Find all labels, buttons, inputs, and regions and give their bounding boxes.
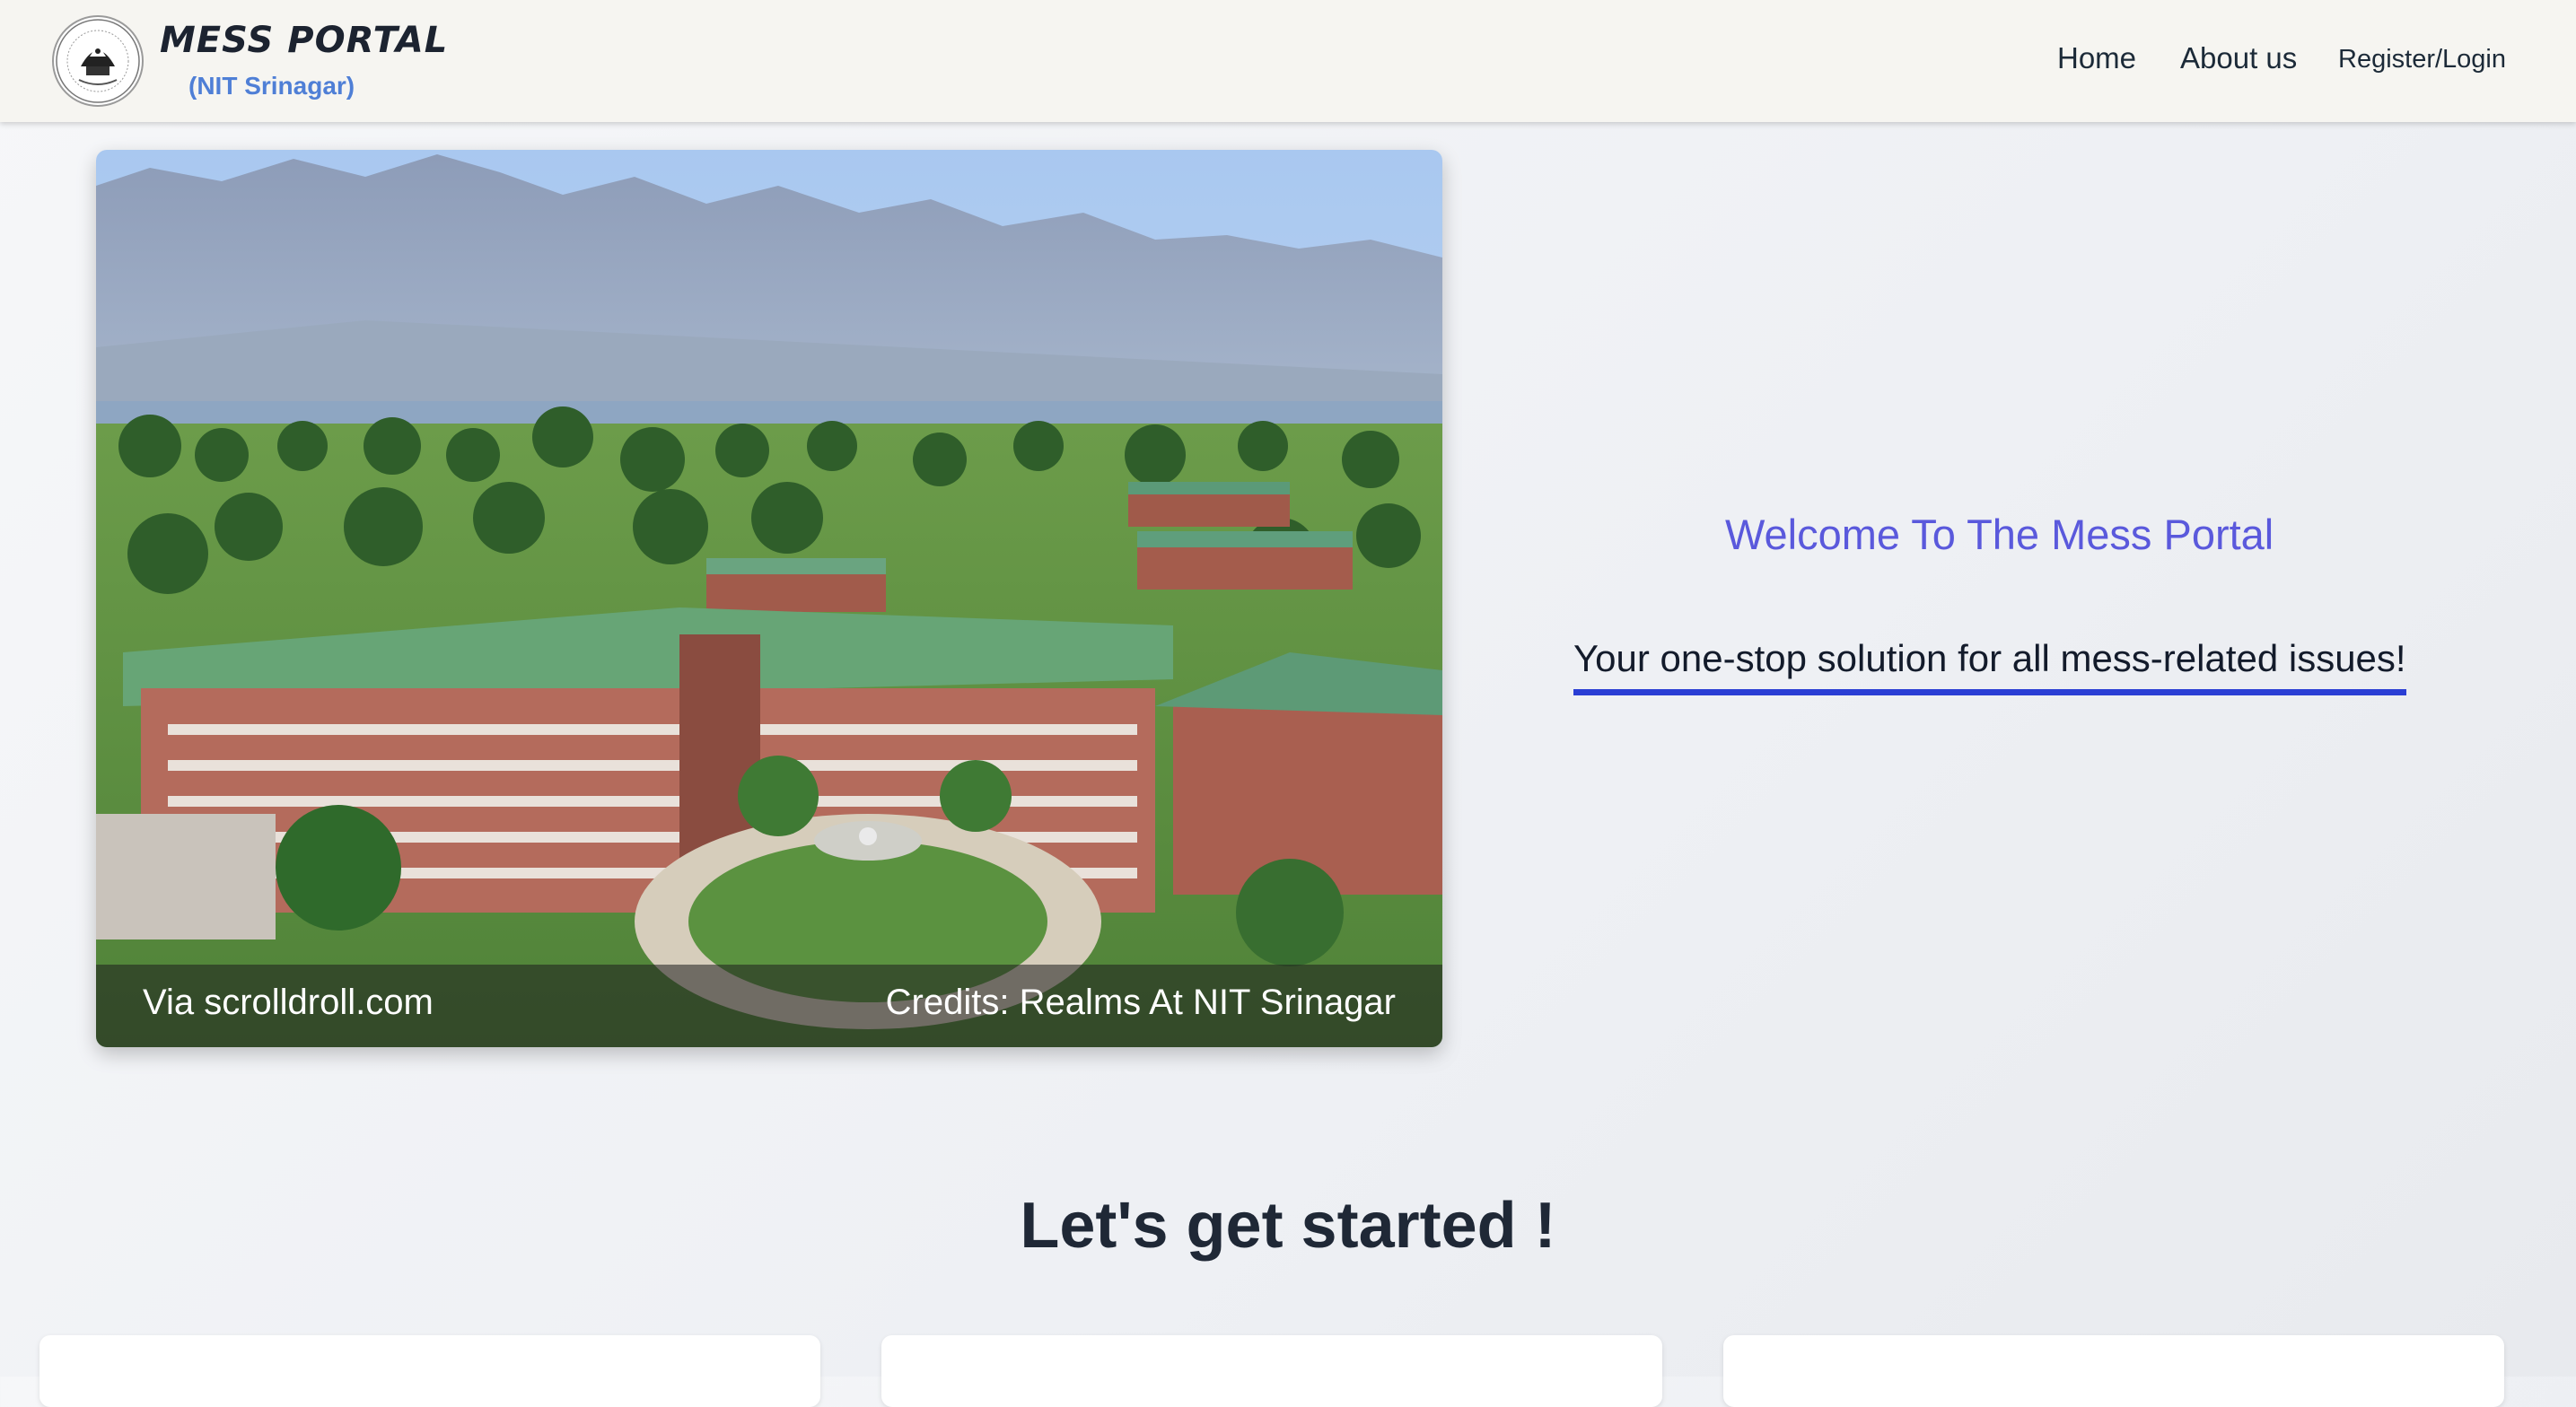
feature-card[interactable] <box>1723 1335 2504 1407</box>
brand[interactable]: MESS PORTAL (NIT Srinagar) <box>52 15 447 107</box>
institute-emblem-icon <box>52 15 144 107</box>
feature-card[interactable] <box>39 1335 820 1407</box>
get-started-heading: Let's get started ! <box>1020 1190 1556 1262</box>
brand-title: MESS PORTAL <box>160 20 449 61</box>
campus-photo <box>96 150 1442 1047</box>
top-navbar: MESS PORTAL (NIT Srinagar) Home About us… <box>0 0 2576 122</box>
photo-credits-caption: Credits: Realms At NIT Srinagar <box>885 983 1396 1022</box>
feature-card[interactable] <box>881 1335 1662 1407</box>
welcome-title: Welcome To The Mess Portal <box>1725 511 2274 558</box>
welcome-tagline: Your one-stop solution for all mess-rela… <box>1573 637 2406 695</box>
campus-photo-card: Via scrolldroll.com Credits: Realms At N… <box>96 150 1442 1047</box>
nav-about-link[interactable]: About us <box>2180 41 2297 75</box>
nav-register-login-link[interactable]: Register/Login <box>2338 45 2506 74</box>
photo-source-caption: Via scrolldroll.com <box>143 983 434 1022</box>
photo-caption-bar: Via scrolldroll.com Credits: Realms At N… <box>96 965 1442 1047</box>
nav-home-link[interactable]: Home <box>2057 41 2136 75</box>
brand-subtitle: (NIT Srinagar) <box>188 72 355 100</box>
